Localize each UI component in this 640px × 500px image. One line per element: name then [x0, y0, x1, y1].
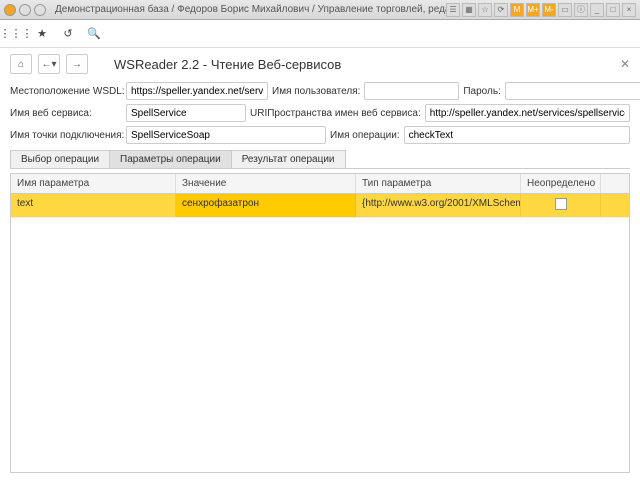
- window-minimize-btn[interactable]: [19, 4, 31, 16]
- page-title: WSReader 2.2 - Чтение Веб-сервисов: [114, 57, 341, 72]
- history-icon[interactable]: ↺: [60, 26, 76, 42]
- tb-icon-3[interactable]: ☆: [478, 3, 492, 17]
- cell-value[interactable]: сенхрофазатрон: [176, 194, 356, 217]
- apps-icon[interactable]: ⋮⋮⋮: [8, 26, 24, 42]
- tb-icon-mplus[interactable]: M+: [526, 3, 540, 17]
- nav-back-button[interactable]: ← ▾: [38, 54, 60, 74]
- tab-parameters[interactable]: Параметры операции: [109, 150, 232, 168]
- tb-icon-2[interactable]: ▦: [462, 3, 476, 17]
- tb-icon-min2[interactable]: _: [590, 3, 604, 17]
- window-maximize-btn[interactable]: [34, 4, 46, 16]
- table-row[interactable]: text сенхрофазатрон {http://www.w3.org/2…: [11, 194, 629, 218]
- operation-input[interactable]: [404, 126, 630, 144]
- window-close-btn[interactable]: [4, 4, 16, 16]
- tb-icon-info[interactable]: ⓘ: [574, 3, 588, 17]
- pass-label: Пароль:: [463, 86, 500, 97]
- close-icon[interactable]: ✕: [620, 57, 630, 71]
- window-titlebar: Демонстрационная база / Федоров Борис Ми…: [0, 0, 640, 20]
- col-type[interactable]: Тип параметра: [356, 174, 521, 193]
- wsdl-input[interactable]: [126, 82, 268, 100]
- main-toolbar: ⋮⋮⋮ ★ ↺ 🔍: [0, 20, 640, 48]
- cell-name[interactable]: text: [11, 194, 176, 217]
- cell-undef[interactable]: [521, 194, 601, 217]
- checkbox-icon[interactable]: [555, 198, 567, 210]
- tb-icon-1[interactable]: ☰: [446, 3, 460, 17]
- service-input[interactable]: [126, 104, 246, 122]
- cell-type: {http://www.w3.org/2001/XMLSchema}string: [356, 194, 521, 217]
- pass-input[interactable]: [505, 82, 640, 100]
- tb-icon-4[interactable]: ⟳: [494, 3, 508, 17]
- uri-input[interactable]: [425, 104, 630, 122]
- uri-label: URIПространства имен веб сервиса:: [250, 108, 421, 119]
- tabs: Выбор операции Параметры операции Резуль…: [10, 150, 630, 169]
- search-icon[interactable]: 🔍: [86, 26, 102, 42]
- tb-icon-max2[interactable]: □: [606, 3, 620, 17]
- operation-label: Имя операции:: [330, 130, 400, 141]
- tab-result[interactable]: Результат операции: [231, 150, 346, 168]
- endpoint-label: Имя точки подключения:: [10, 130, 122, 141]
- star-icon[interactable]: ★: [34, 26, 50, 42]
- tb-icon-mminus[interactable]: M-: [542, 3, 556, 17]
- col-undefined[interactable]: Неопределено: [521, 174, 601, 193]
- tb-icon-calc[interactable]: ▭: [558, 3, 572, 17]
- col-param-name[interactable]: Имя параметра: [11, 174, 176, 193]
- tb-icon-m[interactable]: M: [510, 3, 524, 17]
- user-label: Имя пользователя:: [272, 86, 360, 97]
- window-title: Демонстрационная база / Федоров Борис Ми…: [49, 4, 446, 15]
- col-value[interactable]: Значение: [176, 174, 356, 193]
- service-label: Имя веб сервиса:: [10, 108, 122, 119]
- user-input[interactable]: [364, 82, 459, 100]
- nav-fwd-button[interactable]: →: [66, 54, 88, 74]
- endpoint-input[interactable]: [126, 126, 326, 144]
- nav-home-button[interactable]: ⌂: [10, 54, 32, 74]
- tb-icon-close2[interactable]: ×: [622, 3, 636, 17]
- tab-select-operation[interactable]: Выбор операции: [10, 150, 110, 168]
- content-area: ⌂ ← ▾ → WSReader 2.2 - Чтение Веб-сервис…: [0, 48, 640, 500]
- parameter-grid: Имя параметра Значение Тип параметра Нео…: [10, 173, 630, 473]
- wsdl-label: Местоположение WSDL:: [10, 86, 122, 97]
